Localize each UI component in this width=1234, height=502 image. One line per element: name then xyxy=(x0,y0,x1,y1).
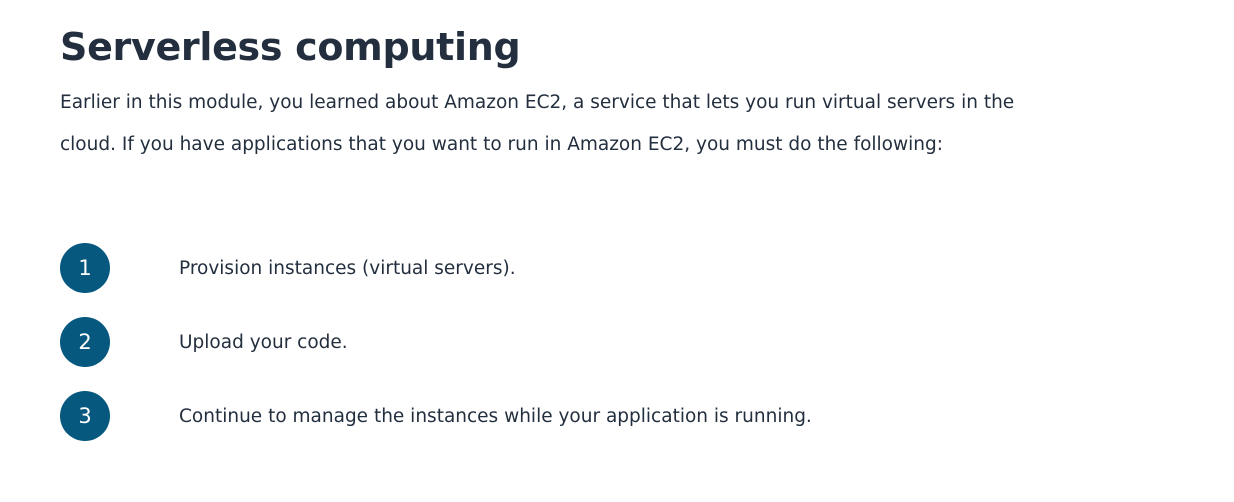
step-number-badge: 1 xyxy=(60,243,110,293)
step-item: 3 Continue to manage the instances while… xyxy=(60,390,812,442)
step-text: Upload your code. xyxy=(179,331,348,353)
step-item: 2 Upload your code. xyxy=(60,316,812,368)
step-number-badge: 3 xyxy=(60,391,110,441)
step-number-badge: 2 xyxy=(60,317,110,367)
article-content: Serverless computing Earlier in this mod… xyxy=(60,0,1020,441)
steps-list: 1 Provision instances (virtual servers).… xyxy=(60,242,812,464)
step-text: Continue to manage the instances while y… xyxy=(179,405,812,427)
page-title: Serverless computing xyxy=(60,25,521,69)
step-item: 1 Provision instances (virtual servers). xyxy=(60,242,812,294)
step-text: Provision instances (virtual servers). xyxy=(179,257,516,279)
intro-paragraph: Earlier in this module, you learned abou… xyxy=(60,92,1015,155)
